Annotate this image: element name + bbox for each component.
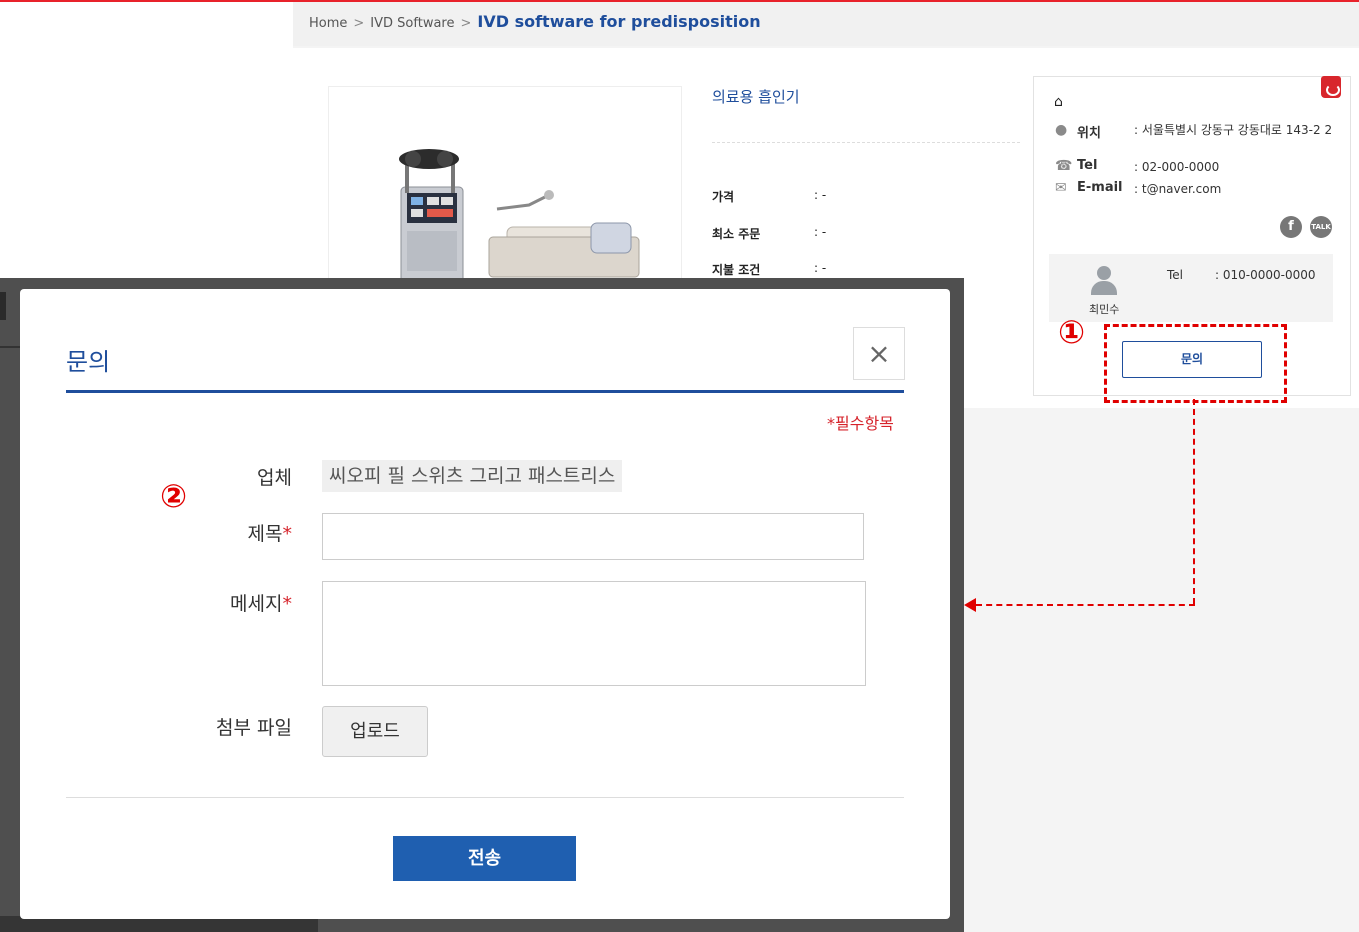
close-icon[interactable]: × <box>853 327 905 380</box>
annotation-arrow-head-icon <box>964 598 976 612</box>
required-note: *필수항목 <box>827 414 894 433</box>
company-label: 업체 <box>257 467 292 489</box>
avatar-icon <box>1088 266 1120 296</box>
title-divider <box>66 390 904 393</box>
modal-title: 문의 <box>66 348 111 376</box>
submit-button[interactable]: 전송 <box>393 836 576 881</box>
contact-tel-value: : 010-0000-0000 <box>1215 268 1316 282</box>
footer-divider <box>66 797 904 798</box>
product-name: 의료용 흡인기 <box>712 88 800 106</box>
subject-label: 제목* <box>92 519 292 546</box>
message-textarea[interactable] <box>322 581 866 686</box>
facebook-icon[interactable]: f <box>1280 216 1302 238</box>
home-icon: ⌂ <box>1054 94 1063 110</box>
breadcrumb-category[interactable]: IVD Software <box>370 16 454 31</box>
divider <box>712 142 1020 143</box>
breadcrumb-bar: Home > IVD Software > IVD software for predi… <box>293 2 1359 46</box>
email-label: E-mail <box>1077 180 1123 195</box>
overlay-background-rule <box>0 346 20 348</box>
address-value: : 서울특별시 강동구 강동대로 143-2 2 <box>1134 123 1333 137</box>
upload-button[interactable]: 업로드 <box>322 706 428 757</box>
spec-label-price: 가격 <box>712 190 735 204</box>
location-pin-icon: ● <box>1055 122 1068 138</box>
subject-label-text: 제목 <box>247 523 283 545</box>
breadcrumb-separator: > <box>353 16 365 31</box>
attachment-label: 첨부 파일 <box>216 717 292 739</box>
contact-name: 최민수 <box>1089 303 1120 316</box>
subject-input[interactable] <box>322 513 864 560</box>
mail-icon: ✉ <box>1055 180 1067 196</box>
spec-value-payment: : - <box>814 261 827 275</box>
brand-badge-icon <box>1321 76 1341 98</box>
product-image <box>328 86 682 308</box>
required-mark: * <box>282 523 293 545</box>
spec-value-min-order: : - <box>814 225 827 239</box>
email-value: : t@naver.com <box>1134 182 1222 196</box>
overlay-background-fragment <box>0 292 6 320</box>
annotation-arrow-vertical <box>1193 399 1195 604</box>
spec-value-price: : - <box>814 188 827 202</box>
tel-value: : 02-000-0000 <box>1134 160 1220 174</box>
annotation-step-1: ① <box>1058 313 1086 351</box>
message-label: 메세지* <box>92 589 292 616</box>
breadcrumb: Home > IVD Software > IVD software for predi… <box>309 12 761 31</box>
kakaotalk-icon[interactable]: TALK <box>1310 216 1332 238</box>
company-value: 씨오피 필 스위츠 그리고 패스트리스 <box>322 460 623 492</box>
breadcrumb-separator: > <box>460 16 472 31</box>
spec-label-min-order: 최소 주문 <box>712 227 761 241</box>
phone-icon: ☎ <box>1055 158 1073 174</box>
medical-device-illustration <box>399 149 640 307</box>
address-label: 위치 <box>1077 126 1101 141</box>
contact-tel-label: Tel <box>1167 268 1184 282</box>
message-label-text: 메세지 <box>230 593 283 615</box>
tel-label: Tel <box>1077 158 1098 173</box>
annotation-arrow-horizontal <box>976 604 1195 606</box>
breadcrumb-current: IVD software for predisposition <box>477 12 761 31</box>
required-mark: * <box>282 593 293 615</box>
annotation-highlight-box <box>1104 324 1287 403</box>
spec-label-payment: 지불 조건 <box>712 263 761 277</box>
breadcrumb-home[interactable]: Home <box>309 16 347 31</box>
